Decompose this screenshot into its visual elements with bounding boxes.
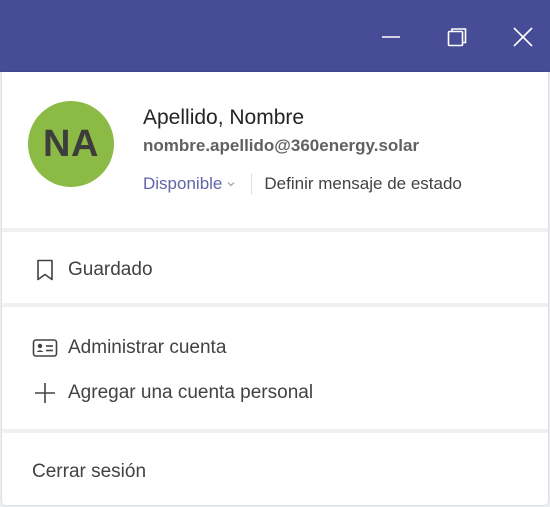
chevron-down-icon [227,181,235,187]
avatar[interactable]: NA [28,101,114,187]
section-divider [2,429,548,433]
menu-item-label: Cerrar sesión [32,461,147,482]
plus-icon [32,380,58,406]
presence-status-label: Disponible [143,174,223,193]
user-name: Apellido, Nombre [143,106,305,129]
menu-item-saved[interactable]: Guardado [2,249,548,291]
set-status-message-link[interactable]: Definir mensaje de estado [264,174,462,194]
bookmark-icon [32,257,58,283]
user-email: nombre.apellido@360energy.solar [143,136,420,155]
menu-item-label: Agregar una cuenta personal [68,382,314,403]
account-flyout-window: NA Apellido, Nombre nombre.apellido@360e… [0,0,550,507]
menu-item-label: Administrar cuenta [68,337,227,358]
restore-button[interactable] [434,14,480,60]
section-divider [2,228,548,232]
close-button[interactable] [500,14,546,60]
menu-item-sign-out[interactable]: Cerrar sesión [2,451,548,493]
presence-status-dropdown[interactable]: Disponible [143,174,235,194]
status-row: Disponible Definir mensaje de estado [143,172,462,196]
status-divider [251,173,253,195]
title-bar [0,0,550,72]
id-card-icon [32,335,58,361]
menu-item-label: Guardado [68,259,153,280]
section-divider [2,303,548,307]
minimize-button[interactable] [368,14,414,60]
account-panel: NA Apellido, Nombre nombre.apellido@360e… [2,72,548,505]
restore-icon [447,28,467,47]
avatar-initials: NA [43,122,99,165]
menu-item-manage-account[interactable]: Administrar cuenta [2,327,548,369]
menu-item-add-personal-account[interactable]: Agregar una cuenta personal [2,372,548,414]
close-icon [513,27,533,47]
profile-section: NA Apellido, Nombre nombre.apellido@360e… [2,72,548,228]
minimize-icon [382,36,400,38]
